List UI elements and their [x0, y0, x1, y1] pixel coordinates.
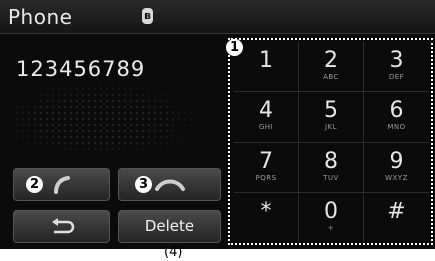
callout-badge-call: 2 [26, 176, 43, 193]
key-letters: JKL [324, 123, 338, 132]
key-0[interactable]: 0 + [299, 192, 364, 243]
key-4[interactable]: 4 GHI [234, 92, 299, 143]
key-digit: 8 [324, 148, 338, 174]
callout-badge-end-call: 3 [135, 176, 152, 193]
end-call-button[interactable] [118, 168, 221, 201]
bluetooth-icon: ʙ [142, 8, 153, 24]
decorative-dot-pattern [14, 80, 204, 160]
back-icon [51, 217, 74, 233]
key-letters: TUV [323, 173, 339, 182]
call-icon [53, 175, 70, 194]
key-digit: 9 [389, 148, 404, 174]
key-3[interactable]: 3 DEF [364, 42, 429, 93]
key-letters: DEF [388, 73, 405, 81]
key-6[interactable]: 6 MNO [364, 92, 429, 143]
key-digit: 5 [324, 98, 338, 124]
key-digit: 7 [259, 148, 273, 174]
callout-label-delete: (4) [164, 245, 183, 260]
delete-button[interactable]: Delete [118, 210, 221, 243]
key-letters: PQRS [255, 173, 277, 182]
dial-keypad: 1 2 ABC 3 DEF 4 GHI 5 JKL 6 MNO 7 PQRS 8 TUV 9 WXYZ * 0 + # [228, 38, 433, 245]
key-star[interactable]: * [234, 192, 299, 243]
key-letters: ABC [323, 73, 339, 81]
keypad-grid: 1 2 ABC 3 DEF 4 GHI 5 JKL 6 MNO 7 PQRS 8 TUV 9 WXYZ * 0 + # [234, 42, 429, 243]
key-digit: * [260, 198, 272, 224]
key-hash[interactable]: # [364, 193, 429, 243]
key-letters: WXYZ [385, 173, 408, 182]
key-digit: 0 [324, 198, 338, 224]
page-title: Phone [8, 5, 73, 29]
key-digit: 1 [259, 48, 273, 73]
phone-screen: Phone ʙ 123456789 Delete 1 2 ABC 3 DEF 4 GHI 5 J… [0, 0, 435, 249]
dialed-number-display: 123456789 [16, 57, 146, 81]
key-8[interactable]: 8 TUV [299, 142, 364, 193]
key-digit: 2 [324, 48, 338, 73]
callout-badge-keypad: 1 [226, 39, 243, 56]
key-1[interactable]: 1 [234, 42, 299, 93]
key-letters: + [327, 223, 335, 232]
end-call-icon [154, 179, 185, 191]
key-2[interactable]: 2 ABC [299, 42, 364, 93]
key-5[interactable]: 5 JKL [299, 92, 364, 143]
back-button[interactable] [13, 210, 110, 243]
key-digit: 6 [389, 98, 404, 124]
key-digit: # [387, 198, 406, 224]
key-digit: 3 [389, 48, 404, 73]
key-9[interactable]: 9 WXYZ [364, 143, 429, 193]
key-letters: MNO [387, 123, 406, 132]
key-digit: 4 [259, 98, 273, 124]
key-letters: GHI [258, 123, 274, 132]
title-bar: Phone ʙ [0, 0, 435, 34]
key-7[interactable]: 7 PQRS [234, 142, 299, 193]
